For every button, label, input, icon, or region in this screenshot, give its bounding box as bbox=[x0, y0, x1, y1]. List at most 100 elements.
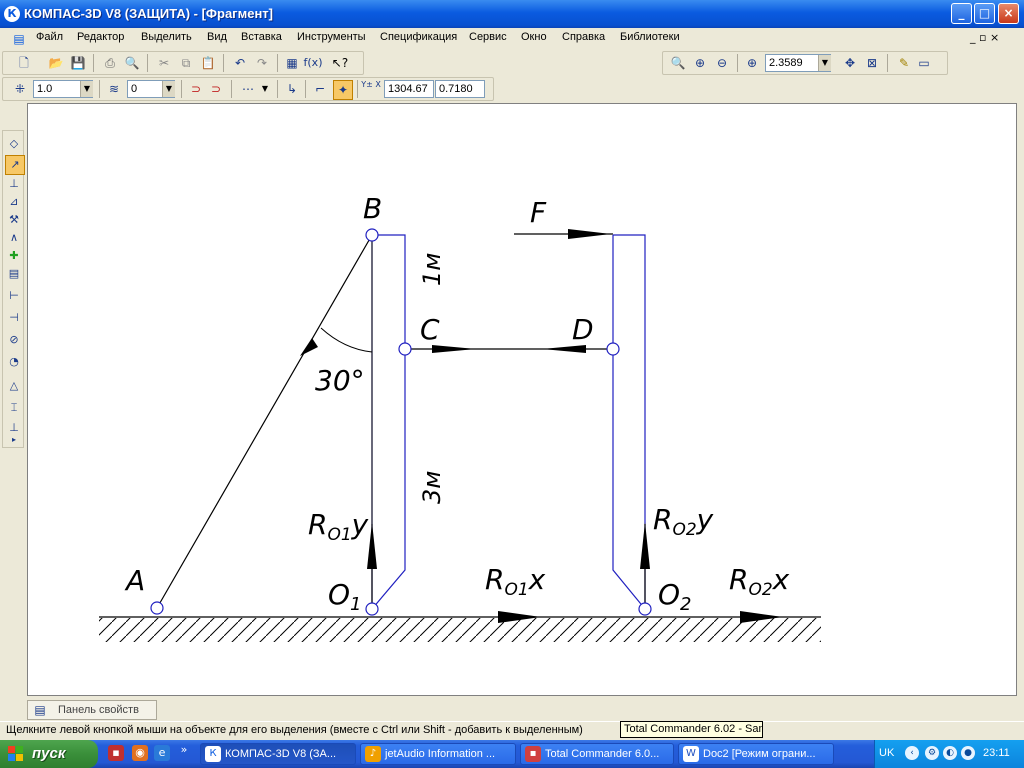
close-button[interactable]: × bbox=[998, 3, 1019, 24]
menu-libraries[interactable]: Библиотеки bbox=[620, 31, 680, 43]
tray-collapse-icon[interactable]: ‹ bbox=[905, 746, 919, 760]
display-icon[interactable]: ▭ bbox=[915, 54, 933, 72]
window-title: КОМПАС-3D V8 (ЗАЩИТА) - [Фрагмент] bbox=[24, 6, 273, 21]
windows-flag-icon bbox=[8, 746, 23, 761]
select-icon[interactable]: ▤ bbox=[5, 265, 23, 283]
expand-arrow-icon[interactable]: ▸ bbox=[5, 435, 23, 445]
open-icon[interactable]: 📂 bbox=[47, 54, 65, 72]
grid-dropdown-arrow[interactable]: ▼ bbox=[259, 81, 271, 97]
radius-icon[interactable]: ◔ bbox=[5, 353, 23, 371]
snap-point-icon[interactable]: ↗ bbox=[5, 155, 25, 175]
local-cs-icon[interactable]: ↳ bbox=[283, 80, 301, 98]
task-word-doc[interactable]: W Doc2 [Режим ограни... bbox=[678, 743, 834, 765]
start-label: пуск bbox=[32, 745, 66, 762]
label-f: F bbox=[530, 196, 547, 229]
floppy-icon: ▪ bbox=[525, 746, 541, 762]
zoom-window-icon[interactable]: 🔍 bbox=[669, 54, 687, 72]
label-r02y: RO2y bbox=[653, 503, 714, 540]
show-all-icon[interactable]: ⊠ bbox=[863, 54, 881, 72]
pan-icon[interactable]: ✥ bbox=[841, 54, 859, 72]
start-button[interactable]: пуск bbox=[0, 740, 98, 768]
tray-info-icon[interactable]: ● bbox=[961, 746, 975, 760]
help-pointer-icon[interactable]: ↖? bbox=[331, 54, 349, 72]
undo-icon[interactable]: ↶ bbox=[231, 54, 249, 72]
edit-icon[interactable]: ⚒ bbox=[5, 211, 23, 229]
save-icon[interactable]: 💾 bbox=[69, 54, 87, 72]
kompas-icon[interactable]: К bbox=[4, 6, 20, 22]
drawing-canvas[interactable]: B F C D A 30° 1м 3м O1 O2 RO1y RO2y RO1x… bbox=[27, 103, 1017, 696]
menu-insert[interactable]: Вставка bbox=[241, 31, 282, 43]
designations-icon[interactable]: ⊿ bbox=[5, 193, 23, 211]
view-toolbar: 🔍 ⊕ ⊖ ⊕ 2.3589 ▼ ✥ ⊠ ✎ ▭ bbox=[662, 51, 948, 75]
document-icon[interactable]: ▤ bbox=[10, 30, 28, 48]
quicklaunch-media-icon[interactable]: ◉ bbox=[132, 745, 148, 761]
copy-icon[interactable]: ⧉ bbox=[177, 54, 195, 72]
quicklaunch-more-icon[interactable]: » bbox=[176, 742, 192, 758]
quicklaunch-floppy-icon[interactable]: ▪ bbox=[108, 745, 124, 761]
task-jetaudio[interactable]: ♪ jetAudio Information ... bbox=[360, 743, 516, 765]
layers-icon[interactable]: ≋ bbox=[105, 80, 123, 98]
document-window-controls[interactable]: _ ▫ × bbox=[970, 31, 999, 44]
minimize-button[interactable]: _ bbox=[951, 3, 972, 24]
menu-tools[interactable]: Инструменты bbox=[297, 31, 366, 43]
geometry-icon[interactable]: ◇ bbox=[5, 135, 23, 153]
parametric-icon[interactable]: ∧ bbox=[5, 229, 23, 247]
dimensions-icon[interactable]: ⊥ bbox=[5, 175, 23, 193]
menu-file[interactable]: Файл bbox=[36, 31, 63, 43]
right-column-frame bbox=[612, 234, 646, 611]
title-bar[interactable]: К КОМПАС-3D V8 (ЗАЩИТА) - [Фрагмент] _ □… bbox=[0, 0, 1024, 28]
angle-dimension-icon[interactable]: △ bbox=[5, 377, 23, 395]
kompas-icon: К bbox=[205, 746, 221, 762]
coord-y-field[interactable]: 0.7180 bbox=[435, 80, 485, 98]
local-snap-icon[interactable]: ⊃ bbox=[207, 80, 225, 98]
zoom-dropdown-arrow[interactable]: ▼ bbox=[818, 55, 831, 71]
refresh-icon[interactable]: ✎ bbox=[895, 54, 913, 72]
function-icon[interactable]: f(x) bbox=[303, 54, 323, 72]
diameter-icon[interactable]: ⊘ bbox=[5, 331, 23, 349]
zoom-out-icon[interactable]: ⊖ bbox=[713, 54, 731, 72]
height-dimension-icon[interactable]: ⌶ bbox=[5, 399, 23, 417]
variables-icon[interactable]: ▦ bbox=[283, 54, 301, 72]
new-icon[interactable]: 🗋 bbox=[15, 54, 33, 72]
print-icon[interactable]: ⎙ bbox=[101, 54, 119, 72]
label-angle: 30° bbox=[315, 364, 365, 397]
grid-icon[interactable]: ⋯ bbox=[239, 80, 257, 98]
task-total-commander[interactable]: ▪ Total Commander 6.0... bbox=[520, 743, 674, 765]
layer-dropdown-arrow[interactable]: ▼ bbox=[162, 81, 175, 97]
taskbar: пуск ▪ ◉ e » К КОМПАС-3D V8 (ЗА... ♪ jet… bbox=[0, 740, 1024, 768]
menu-edit[interactable]: Редактор bbox=[77, 31, 124, 43]
tray-network-icon[interactable]: ⚙ bbox=[925, 746, 939, 760]
menu-specification[interactable]: Спецификация bbox=[380, 31, 457, 43]
menu-view[interactable]: Вид bbox=[207, 31, 227, 43]
quicklaunch-ie-icon[interactable]: e bbox=[154, 745, 170, 761]
joint-b bbox=[365, 228, 379, 242]
ortho-icon[interactable]: ⌐ bbox=[311, 80, 329, 98]
menu-help[interactable]: Справка bbox=[562, 31, 605, 43]
round-icon[interactable]: ✦ bbox=[333, 80, 353, 100]
properties-panel-tab[interactable]: ▤ Панель свойств bbox=[27, 700, 157, 720]
snap-icon[interactable]: ⁜ bbox=[11, 80, 29, 98]
linear-dimension-icon[interactable]: ⊢ bbox=[5, 287, 23, 305]
joint-c bbox=[398, 342, 412, 356]
magnet-icon[interactable]: ⊃ bbox=[187, 80, 205, 98]
width-dimension-icon[interactable]: ⊣ bbox=[5, 309, 23, 327]
line-scale-dropdown-arrow[interactable]: ▼ bbox=[80, 81, 93, 97]
task-kompas[interactable]: К КОМПАС-3D V8 (ЗА... bbox=[200, 743, 356, 765]
reaction-r02y-arrow bbox=[640, 522, 650, 569]
menu-service[interactable]: Сервис bbox=[469, 31, 507, 43]
tray-volume-icon[interactable]: ◐ bbox=[943, 746, 957, 760]
menu-window[interactable]: Окно bbox=[521, 31, 547, 43]
cut-icon[interactable]: ✂ bbox=[155, 54, 173, 72]
language-indicator[interactable]: UK bbox=[879, 747, 894, 759]
coord-x-field[interactable]: 1304.67 bbox=[384, 80, 434, 98]
measure-icon[interactable]: ✚ bbox=[5, 247, 23, 265]
zoom-scale-icon[interactable]: ⊕ bbox=[743, 54, 761, 72]
zoom-in-icon[interactable]: ⊕ bbox=[691, 54, 709, 72]
rod-ab bbox=[156, 234, 373, 609]
menu-select[interactable]: Выделить bbox=[141, 31, 192, 43]
preview-icon[interactable]: 🔍 bbox=[123, 54, 141, 72]
paste-icon[interactable]: 📋 bbox=[199, 54, 217, 72]
maximize-button[interactable]: □ bbox=[974, 3, 995, 24]
redo-icon[interactable]: ↷ bbox=[253, 54, 271, 72]
system-tray: UK ‹ ⚙ ◐ ● 23:11 bbox=[874, 740, 1024, 768]
